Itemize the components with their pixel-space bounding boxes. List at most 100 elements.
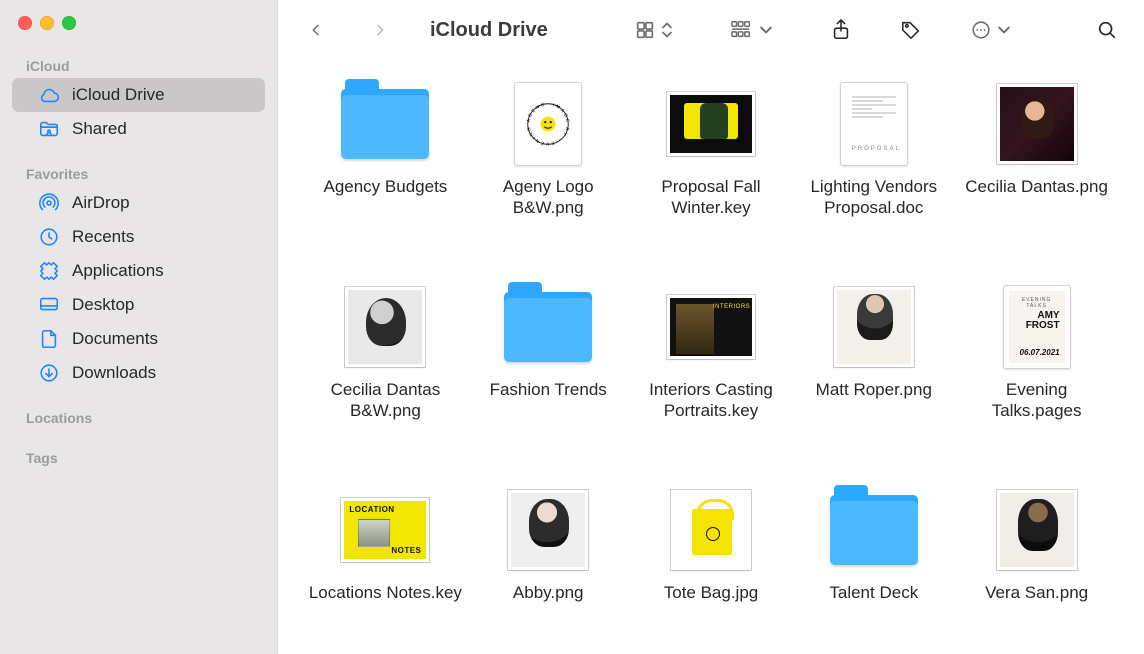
file-thumbnail: LOCATION NOTES — [341, 486, 429, 574]
file-thumbnail: EVENING TALKS AMY FROST 06.07.2021 — [993, 283, 1081, 371]
file-item[interactable]: PROPOSAL Lighting Vendors Proposal.doc — [796, 80, 951, 249]
sidebar-section-icloud: iCloud — [0, 52, 277, 78]
thumb-headline: AMY FROST — [1014, 311, 1060, 331]
folder-icon — [341, 80, 429, 168]
file-label: Interiors Casting Portraits.key — [634, 379, 789, 422]
zoom-button[interactable] — [62, 16, 76, 30]
view-icon-button[interactable] — [624, 13, 682, 47]
sidebar-item-applications[interactable]: Applications — [12, 254, 265, 288]
sidebar-item-label: Desktop — [72, 295, 134, 315]
file-label: Proposal Fall Winter.key — [634, 176, 789, 219]
file-item[interactable]: Vera San.png — [959, 486, 1114, 634]
file-item[interactable]: Talent Deck — [796, 486, 951, 634]
forward-button[interactable] — [362, 14, 398, 46]
file-thumbnail — [830, 283, 918, 371]
close-button[interactable] — [18, 16, 32, 30]
sidebar-item-downloads[interactable]: Downloads — [12, 356, 265, 390]
file-item[interactable]: Matt Roper.png — [796, 283, 951, 452]
minimize-button[interactable] — [40, 16, 54, 30]
file-item[interactable]: IMAGE BY • EVENING AGENCY • Ageny Logo B… — [471, 80, 626, 249]
thumb-text-bottom: NOTES — [391, 546, 421, 555]
clock-icon — [38, 226, 60, 248]
sidebar-item-shared[interactable]: Shared — [12, 112, 265, 146]
sidebar-item-label: AirDrop — [72, 193, 130, 213]
file-thumbnail — [993, 80, 1081, 168]
window-title: iCloud Drive — [430, 19, 548, 42]
share-button[interactable] — [820, 12, 862, 48]
file-label: Abby.png — [513, 582, 584, 603]
sidebar-item-label: Downloads — [72, 363, 156, 383]
group-icon — [730, 19, 754, 41]
file-label: Vera San.png — [985, 582, 1088, 603]
file-item[interactable]: Agency Budgets — [308, 80, 463, 249]
file-label: Ageny Logo B&W.png — [471, 176, 626, 219]
thumb-overline: EVENING TALKS — [1014, 297, 1060, 309]
file-item[interactable]: Cecilia Dantas.png — [959, 80, 1114, 249]
toolbar: iCloud Drive — [278, 0, 1144, 60]
action-menu-button[interactable] — [960, 13, 1020, 47]
file-thumbnail — [504, 486, 592, 574]
group-by-button[interactable] — [720, 13, 782, 47]
sidebar-item-airdrop[interactable]: AirDrop — [12, 186, 265, 220]
file-thumbnail — [667, 80, 755, 168]
sidebar-item-label: Applications — [72, 261, 164, 281]
more-icon — [970, 19, 992, 41]
file-label: Lighting Vendors Proposal.doc — [796, 176, 951, 219]
file-thumbnail — [341, 283, 429, 371]
tag-button[interactable] — [890, 13, 932, 47]
file-label: Fashion Trends — [490, 379, 607, 400]
desktop-icon — [38, 294, 60, 316]
sidebar-item-recents[interactable]: Recents — [12, 220, 265, 254]
folder-icon — [504, 283, 592, 371]
chevron-down-icon — [760, 25, 772, 35]
folder-icon — [830, 486, 918, 574]
document-icon — [38, 328, 60, 350]
sidebar-item-label: iCloud Drive — [72, 85, 165, 105]
chevron-down-icon — [998, 25, 1010, 35]
file-thumbnail — [667, 283, 755, 371]
search-button[interactable] — [1086, 13, 1128, 47]
back-button[interactable] — [298, 14, 334, 46]
file-item[interactable]: LOCATION NOTES Locations Notes.key — [308, 486, 463, 634]
file-label: Cecilia Dantas B&W.png — [308, 379, 463, 422]
file-item[interactable]: Abby.png — [471, 486, 626, 634]
sidebar-item-documents[interactable]: Documents — [12, 322, 265, 356]
file-label: Matt Roper.png — [816, 379, 932, 400]
file-thumbnail: IMAGE BY • EVENING AGENCY • — [504, 80, 592, 168]
sidebar-section-locations: Locations — [0, 404, 277, 430]
sidebar-item-label: Documents — [72, 329, 158, 349]
main-pane: iCloud Drive — [278, 0, 1144, 654]
file-label: Evening Talks.pages — [959, 379, 1114, 422]
sidebar-section-favorites: Favorites — [0, 160, 277, 186]
sidebar-item-label: Shared — [72, 119, 127, 139]
file-thumbnail: PROPOSAL — [830, 80, 918, 168]
file-item[interactable]: Fashion Trends — [471, 283, 626, 452]
file-label: Agency Budgets — [323, 176, 447, 197]
sidebar-item-desktop[interactable]: Desktop — [12, 288, 265, 322]
file-item[interactable]: Cecilia Dantas B&W.png — [308, 283, 463, 452]
sidebar-item-icloud-drive[interactable]: iCloud Drive — [12, 78, 265, 112]
chevron-up-down-icon — [662, 22, 672, 38]
file-label: Talent Deck — [829, 582, 918, 603]
grid-icon — [634, 19, 656, 41]
sidebar-item-label: Recents — [72, 227, 134, 247]
sidebar-section-tags: Tags — [0, 444, 277, 470]
traffic-lights — [0, 12, 277, 52]
apps-icon — [38, 260, 60, 282]
file-item[interactable]: Proposal Fall Winter.key — [634, 80, 789, 249]
shared-folder-icon — [38, 118, 60, 140]
file-label: Tote Bag.jpg — [664, 582, 759, 603]
thumb-text-top: LOCATION — [349, 505, 394, 514]
icon-view[interactable]: Agency Budgets IMAGE BY • EVENING AGENCY… — [278, 60, 1144, 654]
cloud-icon — [38, 84, 60, 106]
file-label: Locations Notes.key — [309, 582, 462, 603]
file-thumbnail — [667, 486, 755, 574]
file-item[interactable]: Tote Bag.jpg — [634, 486, 789, 634]
file-item[interactable]: Interiors Casting Portraits.key — [634, 283, 789, 452]
sidebar: iCloud iCloud Drive Shared Favorites Air… — [0, 0, 278, 654]
finder-window: iCloud iCloud Drive Shared Favorites Air… — [0, 0, 1144, 654]
file-label: Cecilia Dantas.png — [965, 176, 1108, 197]
file-thumbnail — [993, 486, 1081, 574]
downloads-icon — [38, 362, 60, 384]
file-item[interactable]: EVENING TALKS AMY FROST 06.07.2021 Eveni… — [959, 283, 1114, 452]
